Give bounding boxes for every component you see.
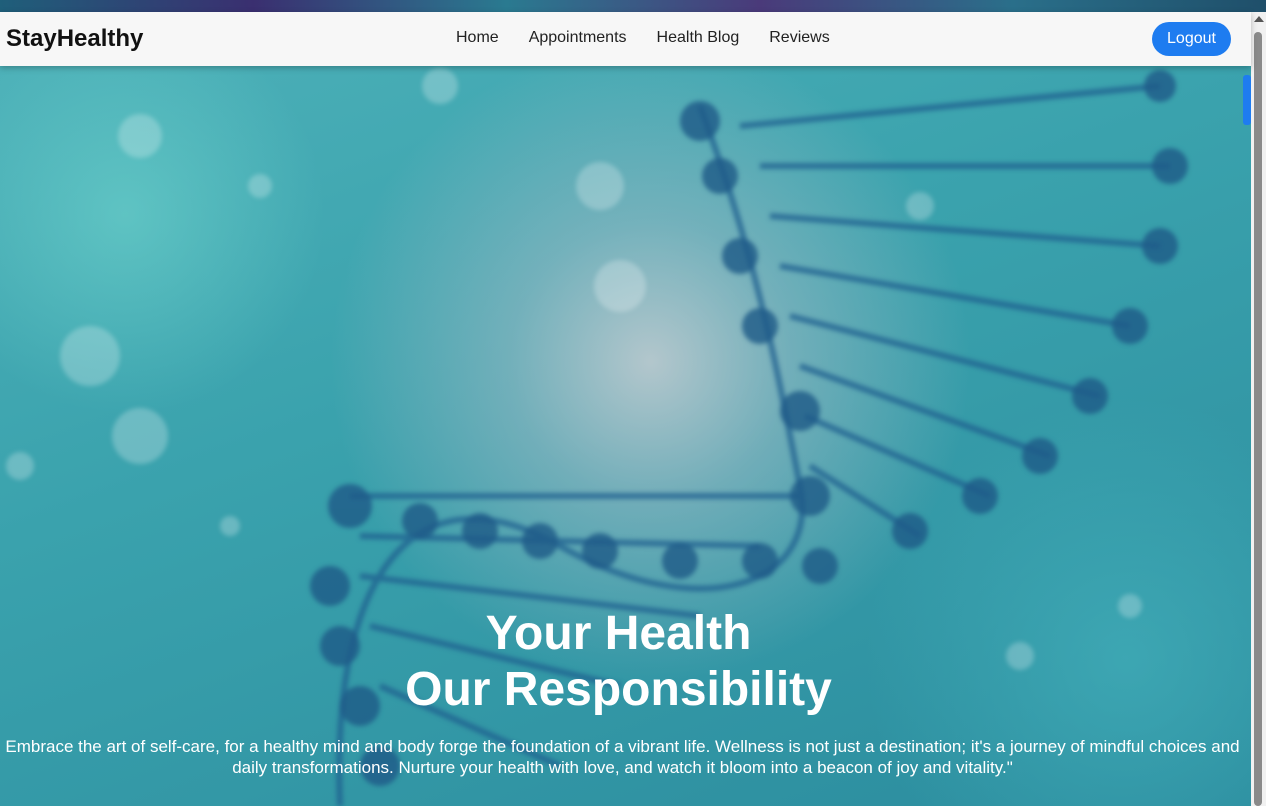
nav-link-home[interactable]: Home — [441, 29, 514, 47]
nav-links: Home Appointments Health Blog Reviews — [441, 29, 845, 47]
hero-section: Your Health Our Responsibility Embrace t… — [0, 66, 1251, 806]
navbar: StayHealthy Home Appointments Health Blo… — [0, 12, 1251, 66]
brand-logo[interactable]: StayHealthy — [6, 25, 143, 53]
nav-link-appointments[interactable]: Appointments — [514, 29, 642, 47]
vertical-scrollbar[interactable] — [1251, 12, 1266, 806]
nav-link-health-blog[interactable]: Health Blog — [642, 29, 755, 47]
scroll-up-arrow-icon[interactable] — [1254, 16, 1264, 22]
hero-title-line1: Your Health — [485, 607, 752, 660]
hero-title: Your Health Our Responsibility — [0, 606, 1237, 718]
logout-button[interactable]: Logout — [1152, 22, 1231, 56]
scroll-indicator — [1243, 75, 1251, 125]
page: StayHealthy Home Appointments Health Blo… — [0, 0, 1266, 806]
hero-title-line2: Our Responsibility — [405, 663, 832, 716]
nav-link-reviews[interactable]: Reviews — [754, 29, 844, 47]
scrollbar-thumb[interactable] — [1254, 32, 1262, 806]
hero-description: Embrace the art of self-care, for a heal… — [5, 737, 1240, 777]
browser-top-strip — [0, 0, 1266, 12]
